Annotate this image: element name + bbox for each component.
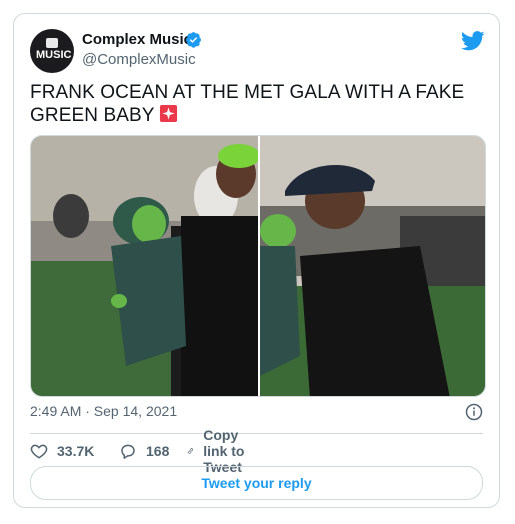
link-icon [188, 448, 194, 454]
like-button[interactable]: 33.7K [30, 439, 94, 463]
photo-right[interactable] [260, 136, 485, 396]
like-count: 33.7K [57, 443, 95, 459]
complex-music-logo: MUSIC [36, 38, 71, 64]
heart-icon [30, 444, 48, 459]
divider [30, 433, 483, 434]
siren-icon [159, 104, 177, 123]
author-name[interactable]: Complex Music [82, 31, 192, 48]
tweet-timestamp[interactable]: 2:49 AM · Sep 14, 2021 [30, 403, 177, 419]
tweet-card: MUSIC Complex Music @ComplexMusic FRANK … [13, 13, 500, 508]
avatar[interactable]: MUSIC [30, 29, 74, 73]
copy-link-button[interactable]: Copy link to Tweet [187, 427, 253, 475]
tweet-text-content: FRANK OCEAN AT THE MET GALA WITH A FAKE … [30, 82, 465, 126]
reply-count: 168 [146, 443, 170, 459]
reply-count-button[interactable]: 168 [119, 439, 169, 463]
twitter-bird-icon[interactable] [461, 31, 485, 51]
photo-left[interactable] [31, 136, 260, 396]
info-icon[interactable] [465, 403, 483, 421]
author-handle[interactable]: @ComplexMusic [82, 51, 196, 68]
tweet-your-reply-button[interactable]: Tweet your reply [30, 466, 483, 500]
verified-badge-icon [186, 32, 201, 48]
tweet-text: FRANK OCEAN AT THE MET GALA WITH A FAKE … [30, 81, 490, 127]
reply-icon [121, 444, 135, 459]
tweet-media[interactable] [30, 135, 486, 397]
